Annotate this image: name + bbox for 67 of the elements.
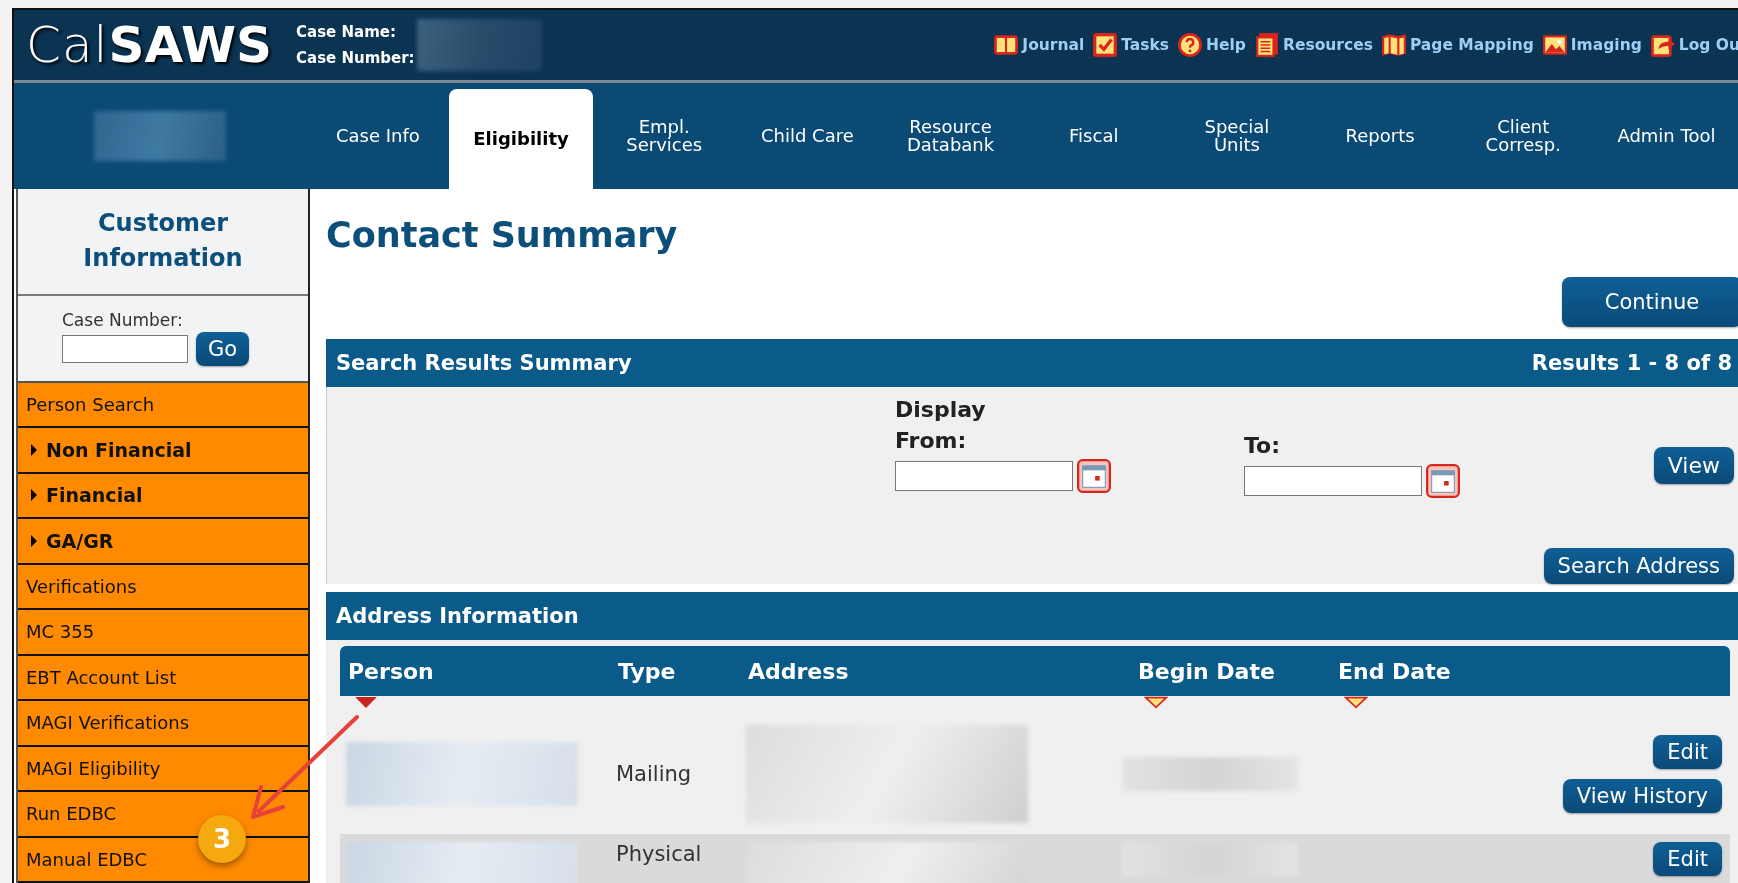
from-label: From: [895,428,968,453]
toolbar-link[interactable]: Journal [993,32,1085,58]
column-header[interactable]: End Date [1330,658,1530,684]
sidebar-group-label: Non Financial [46,438,192,461]
sidebar-item[interactable]: MAGI Verifications [18,701,308,747]
toolbar-link[interactable]: Tasks [1092,32,1170,58]
panel-title: Search Results Summary [336,351,632,375]
sidebar-group-label: GA/GR [46,529,114,552]
case-number-label: Case Number: [296,49,415,67]
view-button[interactable]: View [1653,447,1734,484]
toolbar-link[interactable]: Page Mapping [1380,32,1534,58]
nav-tab[interactable]: Case Info [306,83,450,189]
checkbox-icon [1092,32,1119,58]
document-icon [1253,32,1280,58]
case-name-label: Case Name: [296,23,397,41]
case-number-input[interactable] [62,334,188,363]
calendar-icon[interactable] [1426,464,1460,498]
to-date-field[interactable] [1244,466,1422,496]
continue-button[interactable]: Continue [1562,277,1738,327]
column-header[interactable]: Begin Date [1130,658,1330,684]
toolbar-link[interactable]: Resources [1253,32,1373,58]
table-cell: Mailing [616,762,692,786]
column-header[interactable]: Person [340,658,610,684]
sidebar-item[interactable]: Verifications [18,564,308,610]
toolbar-link[interactable]: Help [1177,32,1246,58]
case-number-label: Case Number: [62,309,183,330]
row-button[interactable]: Edit [1653,842,1722,876]
calendar-icon[interactable] [1077,459,1111,493]
toolbar-link[interactable]: Log Ou [1649,32,1738,58]
display-label: Display [895,397,987,422]
nav-tab[interactable]: Resource Databank [879,83,1023,189]
sidebar-item[interactable]: MC 355 [18,610,308,656]
table-cell: Physical [616,842,702,866]
nav-tab[interactable]: Child Care [735,83,879,189]
sidebar-group-label: Financial [46,484,143,507]
nav-tab[interactable]: Client Corresp. [1451,83,1595,189]
sidebar-item[interactable]: MAGI Eligibility [18,746,308,792]
nav-tab[interactable]: Admin Tool [1594,83,1738,189]
column-header[interactable]: Address [740,658,1130,684]
book-icon [993,32,1020,58]
nav-tab[interactable]: Fiscal [1022,83,1166,189]
help-icon [1177,32,1204,58]
sidebar-item[interactable]: Person Search [18,382,308,428]
map-icon [1380,32,1407,58]
logout-icon [1649,32,1676,58]
sidebar-item[interactable]: EBT Account List [18,655,308,701]
logo: CalSAWS [25,20,274,70]
panel-title: Address Information [336,604,579,628]
image-icon [1541,32,1568,58]
sidebar-group[interactable]: Non Financial [18,428,308,474]
page-title: Contact Summary [326,215,679,255]
sidebar-title: Customer Information [82,208,244,275]
sidebar-group[interactable]: Financial [18,473,308,519]
from-date-field[interactable] [895,461,1073,491]
search-address-button[interactable]: Search Address [1543,548,1734,584]
nav-tab[interactable]: Special Units [1165,83,1309,189]
toolbar-link[interactable]: Imaging [1541,32,1642,58]
nav-tab[interactable]: Empl. Services [592,83,736,189]
sidebar-group[interactable]: GA/GR [18,519,308,565]
nav-tab[interactable]: Reports [1308,83,1452,189]
go-button[interactable]: Go [196,331,250,366]
results-count: Results 1 - 8 of 8 [1531,351,1732,375]
to-label: To: [1244,433,1281,458]
nav-tab[interactable]: Eligibility [449,89,593,189]
column-header[interactable]: Type [610,658,740,684]
row-button[interactable]: View History [1562,779,1722,813]
row-button[interactable]: Edit [1653,735,1722,769]
